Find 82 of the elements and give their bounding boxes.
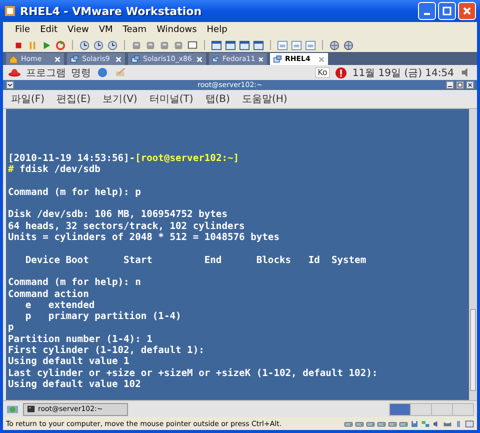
command-text: fdisk /dev/sdb bbox=[18, 164, 100, 176]
scrollbar[interactable] bbox=[469, 109, 477, 400]
terminal-line: Command action bbox=[8, 288, 89, 300]
menu-item[interactable]: File bbox=[15, 25, 30, 35]
drive-icon[interactable] bbox=[388, 420, 397, 428]
minimize-button[interactable] bbox=[446, 81, 454, 89]
screen-icon[interactable] bbox=[187, 40, 198, 50]
window-icon[interactable] bbox=[239, 40, 250, 50]
close-icon[interactable] bbox=[318, 56, 325, 62]
menu-item[interactable]: Team bbox=[122, 25, 147, 35]
clock-icon[interactable] bbox=[93, 40, 104, 50]
maximize-icon bbox=[442, 6, 452, 16]
terminal-line: 64 heads, 32 sectors/track, 102 cylinders bbox=[8, 220, 245, 232]
clock: 11월 19일 (금) 14:54 bbox=[352, 66, 454, 80]
workspace-switcher[interactable] bbox=[389, 402, 474, 416]
clock-icon[interactable] bbox=[107, 40, 118, 50]
close-icon bbox=[462, 6, 472, 16]
globe-icon[interactable] bbox=[96, 67, 109, 78]
window-title: RHEL4 - VMware Workstation bbox=[20, 4, 203, 18]
menu-item[interactable]: 편집(E) bbox=[56, 92, 91, 106]
terminal-line: Last cylinder or +size or +sizeM or +sizeK (1-102, default 102): bbox=[8, 368, 378, 379]
terminal-line: Partition number (1-4): 1 bbox=[8, 334, 152, 345]
computer-icon bbox=[273, 54, 282, 64]
globe-icon[interactable] bbox=[329, 40, 340, 50]
drive-icon[interactable] bbox=[377, 420, 386, 428]
terminal-line: p primary partition (1-4) bbox=[24, 311, 182, 322]
window-icon[interactable] bbox=[465, 420, 474, 428]
menu-item[interactable]: Windows bbox=[156, 25, 197, 35]
panel-menu[interactable]: 명령 bbox=[71, 66, 91, 80]
drive-icon[interactable] bbox=[399, 420, 408, 428]
window-icon[interactable] bbox=[253, 40, 264, 50]
prompt: [root@server102:~] bbox=[135, 153, 240, 164]
clock-icon[interactable] bbox=[79, 40, 90, 50]
app-icon bbox=[4, 5, 16, 17]
terminal-line: Device Boot Start End Blocks Id System bbox=[24, 254, 366, 266]
minimize-icon bbox=[424, 13, 430, 15]
menu-item[interactable]: 보기(V) bbox=[102, 92, 138, 106]
printer-icon[interactable] bbox=[443, 420, 452, 428]
menu-item[interactable]: 터미널(T) bbox=[149, 92, 194, 106]
computer-icon bbox=[131, 54, 140, 64]
prompt-symbol: # bbox=[8, 164, 14, 176]
globe-icon[interactable] bbox=[343, 40, 354, 50]
timestamp: [2010-11-19 14:53:56]- bbox=[8, 153, 136, 164]
terminal-line: Command (m for help): p bbox=[8, 186, 141, 198]
floppy-icon[interactable] bbox=[410, 420, 419, 428]
menu-item[interactable]: 파일(F) bbox=[11, 92, 45, 106]
usb-icon[interactable] bbox=[454, 420, 463, 428]
menu-item[interactable]: VM bbox=[98, 25, 113, 35]
computer-icon bbox=[70, 54, 79, 64]
input-method-indicator[interactable]: Ko bbox=[314, 67, 330, 78]
window-icon[interactable] bbox=[211, 40, 222, 50]
menu-item[interactable]: Edit bbox=[40, 25, 58, 35]
reset-icon[interactable] bbox=[55, 40, 66, 50]
hat-icon[interactable] bbox=[8, 67, 21, 78]
terminal-line: Units = cylinders of 2048 * 512 = 1048576 bytes bbox=[8, 232, 280, 244]
menu-item[interactable]: View bbox=[68, 25, 89, 35]
window-icon[interactable] bbox=[277, 40, 288, 50]
menu-item[interactable]: Help bbox=[206, 25, 228, 35]
terminal-line: p bbox=[8, 322, 14, 334]
terminal-line: First cylinder (1-102, default 1): bbox=[8, 345, 204, 356]
alert-icon[interactable] bbox=[335, 66, 348, 78]
drive-icon[interactable] bbox=[366, 420, 375, 428]
terminal-line: e extended bbox=[24, 300, 95, 311]
window-icon[interactable] bbox=[305, 40, 316, 50]
network-icon[interactable] bbox=[421, 420, 430, 428]
window-icon[interactable] bbox=[225, 40, 236, 50]
menu-item[interactable]: 도움말(H) bbox=[242, 92, 288, 106]
drive-icon[interactable] bbox=[344, 420, 353, 428]
close-button[interactable] bbox=[466, 81, 474, 89]
computer-icon bbox=[212, 54, 220, 64]
terminal-line: Using default value 1 bbox=[8, 356, 130, 368]
window-icon[interactable] bbox=[291, 40, 302, 50]
terminal-line: Command (m for help): n bbox=[8, 277, 141, 288]
terminal-line: Disk /dev/sdb: 106 MB, 106954752 bytes bbox=[8, 209, 228, 220]
terminal-line: Using default value 102 bbox=[8, 378, 141, 390]
terminal-icon bbox=[27, 405, 35, 413]
panel-menu[interactable]: 프로그램 bbox=[26, 66, 66, 80]
desktop-icon[interactable] bbox=[6, 404, 19, 414]
maximize-button[interactable] bbox=[456, 81, 464, 89]
menu-item[interactable]: 탭(B) bbox=[205, 92, 230, 106]
window-menu-icon[interactable] bbox=[6, 81, 14, 89]
drive-icon[interactable] bbox=[355, 420, 364, 428]
